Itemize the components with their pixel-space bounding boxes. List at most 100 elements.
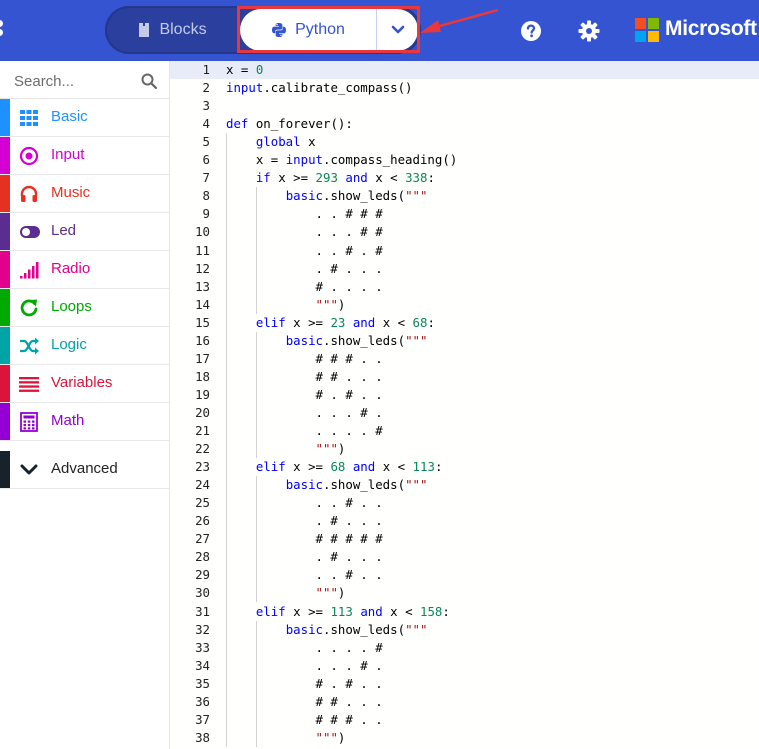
code-line[interactable]: 17 # # # . . [170, 350, 759, 368]
category-radio[interactable]: Radio [0, 251, 169, 289]
code-line[interactable]: 28 . # . . . [170, 548, 759, 566]
code-line[interactable]: 18 # # . . . [170, 368, 759, 386]
code-text: """) [315, 441, 346, 457]
language-dropdown-button[interactable] [376, 9, 418, 51]
category-color-bar [0, 213, 10, 250]
category-color-bar [0, 403, 10, 440]
code-line[interactable]: 37 # # # . . [170, 711, 759, 729]
line-number: 10 [195, 224, 210, 240]
code-line[interactable]: 20 . . . # . [170, 404, 759, 422]
category-color-bar [0, 451, 10, 488]
code-text: . . # # # [226, 206, 383, 222]
python-tab[interactable]: Python [240, 9, 376, 51]
python-icon [272, 23, 287, 37]
category-color-bar [0, 251, 10, 288]
category-basic[interactable]: Basic [0, 99, 169, 137]
code-line[interactable]: 35 # . # . . [170, 675, 759, 693]
code-line[interactable]: 36 # # . . . [170, 693, 759, 711]
target-icon [19, 146, 39, 166]
line-number: 13 [195, 278, 210, 294]
category-logic[interactable]: Logic [0, 327, 169, 365]
code-text: basic.show_leds(""" [285, 188, 428, 204]
code-text: # # . . . [226, 368, 383, 384]
line-number: 4 [202, 116, 210, 132]
code-line[interactable]: 14 """) [170, 296, 759, 314]
code-line[interactable]: 29 . . # . . [170, 566, 759, 584]
code-line[interactable]: 27 # # # # # [170, 530, 759, 548]
code-line[interactable]: 6 x = input.compass_heading() [170, 151, 759, 169]
line-number: 38 [195, 729, 210, 745]
code-line[interactable]: 2 input.calibrate_compass() [170, 79, 759, 97]
category-advanced[interactable]: Advanced [0, 451, 169, 489]
code-line[interactable]: 11 . . # . # [170, 242, 759, 260]
code-line[interactable]: 13 # . . . . [170, 278, 759, 296]
code-line[interactable]: 4 def on_forever(): [170, 115, 759, 133]
code-line[interactable]: 25 . . # . . [170, 494, 759, 512]
line-number: 23 [195, 459, 210, 475]
code-line[interactable]: 9 . . # # # [170, 205, 759, 223]
code-text: . . # . . [226, 495, 383, 511]
category-label: Radio [51, 260, 91, 277]
code-text: # # . . . [226, 693, 383, 709]
code-text: elif x >= 68 and x < 113: [255, 459, 443, 475]
code-line[interactable]: 12 . # . . . [170, 260, 759, 278]
code-line[interactable]: 3 [170, 97, 759, 115]
category-variables[interactable]: Variables [0, 365, 169, 403]
headphones-icon [20, 185, 38, 202]
category-label: Input [51, 146, 85, 163]
code-text: . . . . # [226, 423, 383, 438]
code-line[interactable]: 24 basic.show_leds(""" [170, 476, 759, 494]
code-line[interactable]: 34 . . . # . [170, 657, 759, 675]
search-bar [0, 61, 169, 99]
code-line[interactable]: 19 # . # . . [170, 386, 759, 404]
code-text: # . # . . [226, 675, 383, 691]
code-line[interactable]: 8 basic.show_leds(""" [170, 187, 759, 205]
code-line[interactable]: 30 """) [170, 584, 759, 602]
line-number: 26 [195, 513, 210, 529]
code-line[interactable]: 15 elif x >= 23 and x < 68: [170, 314, 759, 332]
category-math[interactable]: Math [0, 403, 169, 441]
code-line[interactable]: 10 . . . # # [170, 223, 759, 241]
code-line[interactable]: 5 global x [170, 133, 759, 151]
code-line[interactable]: 33 . . . . # [170, 639, 759, 657]
category-led[interactable]: Led [0, 213, 169, 251]
line-number: 6 [202, 152, 210, 168]
code-line[interactable]: 21 . . . . # [170, 422, 759, 440]
code-text: basic.show_leds(""" [285, 332, 428, 348]
line-number: 12 [195, 260, 210, 276]
gear-icon[interactable] [578, 20, 600, 42]
arrow-annotation-icon [420, 8, 499, 33]
search-icon[interactable] [141, 73, 157, 89]
category-label: Variables [51, 374, 113, 391]
line-number: 16 [195, 332, 210, 348]
code-line[interactable]: 31 elif x >= 113 and x < 158: [170, 603, 759, 621]
category-color-bar [0, 175, 10, 212]
code-editor[interactable]: 1x = 0 2 input.calibrate_compass() 3 4 def on… [170, 61, 759, 749]
code-line[interactable]: 16 basic.show_leds(""" [170, 332, 759, 350]
code-line[interactable]: 26 . # . . . [170, 512, 759, 530]
menu-dots-icon[interactable] [0, 20, 6, 42]
line-number: 7 [202, 170, 210, 186]
help-icon[interactable] [520, 20, 542, 42]
code-line[interactable]: 32 basic.show_leds(""" [170, 621, 759, 639]
category-input[interactable]: Input [0, 137, 169, 175]
line-number: 19 [195, 386, 210, 402]
chevron-down-icon [20, 464, 38, 475]
category-label: Music [51, 184, 91, 201]
code-line[interactable]: 1 x = 0 [170, 61, 759, 79]
editor-toggle: Blocks Python [105, 6, 421, 54]
category-loops[interactable]: Loops [0, 289, 169, 327]
search-input[interactable] [14, 71, 134, 91]
line-number: 27 [195, 531, 210, 547]
line-number: 35 [195, 675, 210, 691]
code-line[interactable]: 7 if x >= 293 and x < 338: [170, 169, 759, 187]
code-text: x = 0 [226, 62, 264, 77]
code-line[interactable]: 22 """) [170, 440, 759, 458]
code-text: global x [255, 134, 316, 150]
code-line[interactable]: 23 elif x >= 68 and x < 113: [170, 458, 759, 476]
line-number: 30 [195, 585, 210, 601]
category-label: Math [51, 412, 85, 429]
category-music[interactable]: Music [0, 175, 169, 213]
code-line[interactable]: 38 """) [170, 729, 759, 747]
blocks-tab[interactable]: Blocks [105, 6, 239, 54]
